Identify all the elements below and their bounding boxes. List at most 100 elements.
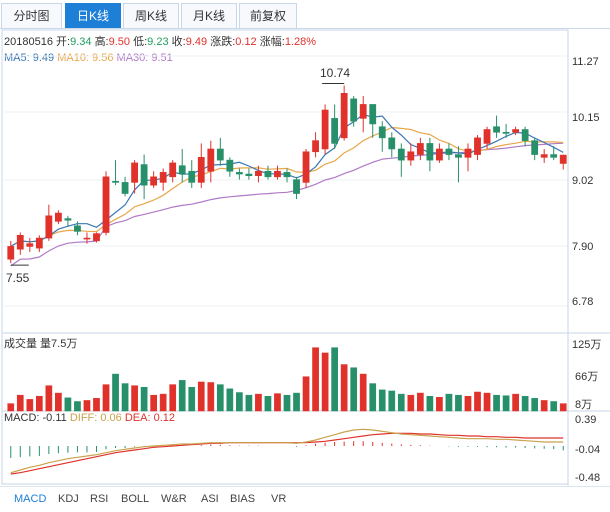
candle-body xyxy=(83,237,91,240)
volume-bar xyxy=(445,393,453,412)
candle-body xyxy=(350,98,358,122)
candle-body xyxy=(264,170,272,178)
candle-body xyxy=(235,172,243,175)
price-axis-label: 9.02 xyxy=(572,175,594,187)
candle-body xyxy=(93,233,100,242)
candle-body xyxy=(512,129,520,133)
diff-value: DIFF: 0.06 xyxy=(69,412,122,424)
volume-bar xyxy=(283,394,291,412)
volume-bar xyxy=(26,399,34,412)
candle-body xyxy=(216,148,224,161)
volume-bar xyxy=(264,395,272,412)
candle-body xyxy=(321,109,329,150)
candle-body xyxy=(74,225,81,232)
candle-body xyxy=(531,140,539,155)
indicator-tab-wr[interactable]: W&R xyxy=(161,493,187,505)
candle-body xyxy=(274,170,281,178)
price-axis-label: 10.15 xyxy=(572,112,600,124)
candle-body xyxy=(388,137,396,150)
candle-body xyxy=(455,154,462,158)
volume-bar xyxy=(169,384,177,412)
candle-body xyxy=(226,159,234,172)
volume-bar xyxy=(140,386,148,412)
macd-value: MACD: -0.11 xyxy=(4,412,67,424)
ma30-line xyxy=(10,142,564,267)
volume-bar xyxy=(312,347,319,412)
volume-bar xyxy=(102,384,110,412)
candle-body xyxy=(178,165,186,175)
candle-body xyxy=(188,170,196,183)
volume-bar xyxy=(331,347,338,412)
macd-axis-label: -0.04 xyxy=(575,444,601,456)
candle-body xyxy=(559,154,567,164)
price-axis-label: 11.27 xyxy=(572,56,599,68)
volume-bar xyxy=(464,395,472,412)
volume-bar xyxy=(417,392,424,412)
volume-bar xyxy=(83,400,91,412)
volume-bar xyxy=(407,394,415,412)
indicator-tab-macd[interactable]: MACD xyxy=(14,493,46,505)
candle-body xyxy=(102,176,110,233)
candle-body xyxy=(493,126,500,133)
candle-body xyxy=(540,154,548,158)
volume-bar xyxy=(483,392,491,412)
volume-axis-label: 125万 xyxy=(572,339,602,351)
volume-bar xyxy=(302,376,310,412)
candle-body xyxy=(159,172,167,183)
volume-bar xyxy=(455,394,462,412)
volume-bar xyxy=(93,398,100,412)
volume-bar xyxy=(521,395,529,412)
volume-bar xyxy=(274,393,281,412)
volume-bar xyxy=(112,373,119,412)
candle-body xyxy=(207,148,215,172)
candle-body xyxy=(359,104,367,119)
volume-bar xyxy=(188,386,196,412)
candle-body xyxy=(464,148,472,158)
volume-bar xyxy=(340,364,348,412)
candle-body xyxy=(312,140,319,153)
candle-body xyxy=(474,137,481,155)
volume-bar xyxy=(55,392,62,412)
indicator-tab-kdj[interactable]: KDJ xyxy=(58,493,79,505)
candle-body xyxy=(340,93,348,139)
candle-body xyxy=(35,237,43,249)
price-axis-label: 6.78 xyxy=(572,296,594,308)
price-axis-label: 7.90 xyxy=(572,241,594,253)
candle-body xyxy=(26,243,34,247)
candle-body xyxy=(416,143,424,155)
candle-body xyxy=(407,151,415,161)
candle-body xyxy=(445,148,453,155)
volume-bar xyxy=(150,394,157,412)
volume-axis-label: 8万 xyxy=(575,399,593,411)
candle-body xyxy=(121,182,129,194)
candle-body xyxy=(293,179,300,194)
volume-bar xyxy=(436,397,443,412)
indicator-tab-boll[interactable]: BOLL xyxy=(121,493,149,505)
volume-bar xyxy=(226,388,234,412)
indicator-tab-asi[interactable]: ASI xyxy=(201,493,219,505)
volume-bar xyxy=(7,403,15,412)
indicator-tab-bias[interactable]: BIAS xyxy=(230,493,255,505)
volume-bar xyxy=(216,384,224,412)
candle-body xyxy=(426,143,434,161)
candle-body xyxy=(197,157,205,183)
candle-body xyxy=(521,129,529,141)
candle-body xyxy=(483,129,491,144)
indicator-tab-rsi[interactable]: RSI xyxy=(90,493,108,505)
volume-bar xyxy=(397,393,405,412)
candle-body xyxy=(378,126,386,139)
volume-title: 成交量 量7.5万 xyxy=(4,338,78,350)
candle-body xyxy=(331,118,339,144)
candle-body xyxy=(302,151,310,183)
indicator-tab-vr[interactable]: VR xyxy=(271,493,286,505)
macd-legend: MACD: -0.11 DIFF: 0.06 DEA: 0.12 xyxy=(4,412,175,424)
candle-body xyxy=(436,148,443,161)
macd-axis-label: -0.48 xyxy=(575,472,601,484)
candle-body xyxy=(150,176,158,186)
volume-bar xyxy=(550,401,558,412)
candle-body xyxy=(255,170,262,177)
candle-body xyxy=(54,212,62,222)
volume-bar xyxy=(159,393,167,412)
volume-bar xyxy=(378,389,386,412)
candle-body xyxy=(550,154,558,158)
